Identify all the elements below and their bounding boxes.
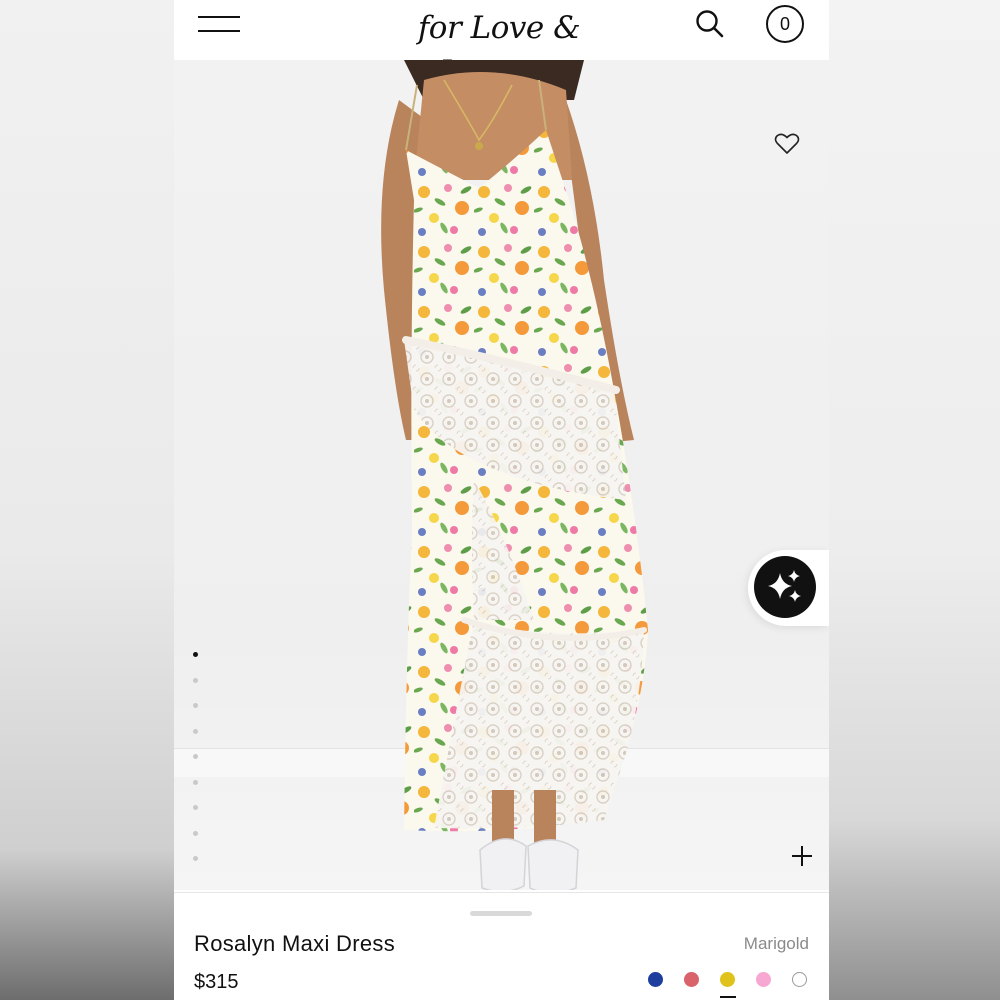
carousel-dot[interactable] bbox=[193, 703, 198, 708]
brand-logo[interactable]: for Love & Lemons bbox=[379, 6, 619, 90]
color-swatch[interactable] bbox=[720, 972, 735, 987]
product-price: $315 bbox=[194, 971, 239, 993]
selected-swatch-indicator bbox=[720, 996, 736, 998]
heart-icon[interactable] bbox=[774, 132, 800, 156]
color-swatch[interactable] bbox=[792, 972, 807, 987]
carousel-dot[interactable] bbox=[193, 856, 198, 861]
ai-assistant-circle bbox=[754, 556, 816, 618]
product-photo[interactable] bbox=[174, 60, 829, 890]
mobile-page: for Love & Lemons 0 bbox=[174, 0, 829, 1000]
product-name: Rosalyn Maxi Dress bbox=[194, 931, 396, 956]
carousel-dot[interactable] bbox=[193, 805, 198, 810]
plus-icon[interactable] bbox=[790, 844, 814, 868]
sheet-handle[interactable] bbox=[470, 911, 532, 916]
cart-icon[interactable]: 0 bbox=[766, 5, 804, 43]
background-left bbox=[0, 0, 174, 1000]
sparkles-icon bbox=[768, 570, 801, 602]
color-swatch[interactable] bbox=[684, 972, 699, 987]
carousel-dot[interactable] bbox=[193, 779, 198, 785]
color-swatch[interactable] bbox=[648, 972, 663, 987]
carousel-dot[interactable] bbox=[193, 652, 198, 657]
carousel-dot[interactable] bbox=[193, 830, 198, 836]
search-icon[interactable] bbox=[694, 8, 726, 40]
cart-count: 0 bbox=[779, 14, 790, 34]
carousel-dot[interactable] bbox=[193, 677, 198, 683]
product-info-sheet: Rosalyn Maxi Dress $315 Marigold bbox=[174, 892, 829, 1000]
selected-color-name: Marigold bbox=[743, 934, 809, 953]
product-image-carousel[interactable] bbox=[174, 60, 829, 890]
carousel-dot[interactable] bbox=[193, 754, 198, 759]
menu-icon[interactable] bbox=[198, 12, 242, 36]
carousel-dot[interactable] bbox=[193, 728, 198, 734]
color-swatch[interactable] bbox=[756, 972, 771, 987]
background-right bbox=[829, 0, 1000, 1000]
ai-assistant-button[interactable] bbox=[748, 550, 829, 626]
site-header: for Love & Lemons 0 bbox=[174, 0, 829, 90]
carousel-pagination bbox=[193, 652, 201, 882]
